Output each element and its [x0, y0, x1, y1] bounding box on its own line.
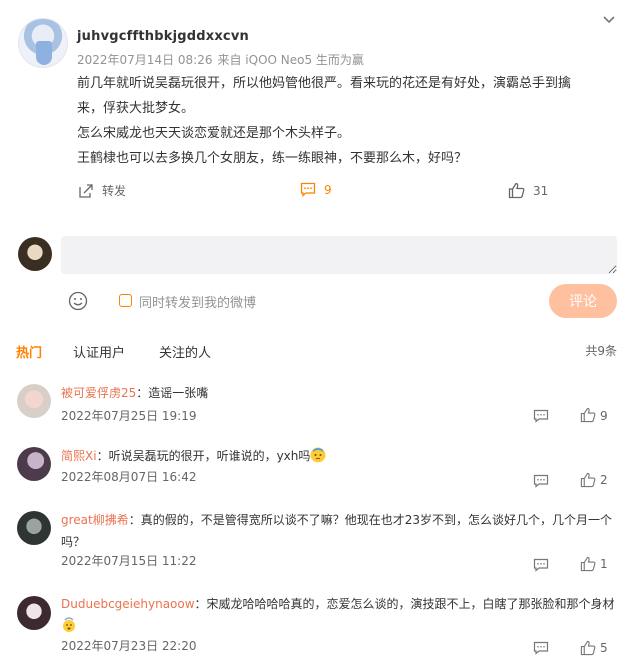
- commenter-name[interactable]: 简熙Xi: [61, 449, 97, 463]
- submit-comment-button[interactable]: 评论: [549, 284, 617, 318]
- reply-icon[interactable]: [533, 558, 549, 572]
- comment-time: 2022年07月15日 11:22: [61, 554, 197, 568]
- comment-time: 2022年08月07日 16:42: [61, 470, 197, 484]
- comment-like-count: 5: [600, 641, 608, 655]
- comment-body: ：造谣一张嘴: [136, 386, 209, 400]
- post-line: 王鹤棣也可以去多换几个女朋友，练一练眼神，不要那么木，好吗？: [77, 151, 468, 166]
- comment-button[interactable]: 9: [300, 182, 332, 197]
- comment-input[interactable]: [61, 236, 617, 274]
- dizzy-emoji-icon: [63, 617, 75, 632]
- thumbs-up-icon[interactable]: [580, 640, 596, 656]
- thumbs-up-icon[interactable]: [580, 407, 596, 423]
- comment-body: ：听说吴磊玩的很开，听谁说的，yxh吗: [96, 449, 311, 463]
- emoji-icon[interactable]: [68, 291, 88, 311]
- like-count: 31: [533, 183, 549, 198]
- comment-tabs: 热门 认证用户 关注的人 共9条: [0, 342, 634, 362]
- sync-forward-label: 同时转发到我的微博: [139, 296, 257, 311]
- commenter-avatar[interactable]: [17, 384, 51, 418]
- author-avatar[interactable]: [18, 18, 68, 68]
- reply-icon[interactable]: [533, 409, 549, 423]
- comment-text: 被可爱俘虏25：造谣一张嘴: [61, 382, 617, 404]
- commenter-avatar[interactable]: [17, 511, 51, 545]
- comment-like-count: 2: [600, 473, 608, 487]
- comment-like-count: 9: [600, 409, 608, 423]
- post-meta: 2022年07月14日 08:26 来自 iQOO Neo5 生而为赢: [77, 51, 369, 68]
- forward-button[interactable]: 转发: [78, 182, 126, 199]
- comment-body: ：宋威龙哈哈哈哈真的，恋爱怎么谈的，演技跟不上，白瞎了那张脸和那个身材: [194, 597, 615, 611]
- post-actions: 转发 9 31: [0, 180, 634, 204]
- post-line: 来，俘获大批梦女。: [77, 101, 195, 116]
- commenter-name[interactable]: great柳拂希: [61, 513, 129, 527]
- comment-body-cont: 吗？: [61, 535, 86, 549]
- sync-forward-checkbox[interactable]: [119, 294, 132, 307]
- reply-icon[interactable]: [533, 641, 549, 655]
- post-source: 来自 iQOO Neo5 生而为赢: [217, 53, 364, 67]
- thumbs-up-icon[interactable]: [580, 472, 596, 488]
- comment-total: 共9条: [585, 344, 617, 358]
- comment-count: 9: [324, 182, 332, 197]
- post-time[interactable]: 2022年07月14日 08:26: [77, 53, 212, 67]
- tab-verified[interactable]: 认证用户: [73, 342, 125, 361]
- commenter-avatar[interactable]: [17, 447, 51, 481]
- thumbs-up-icon: [508, 182, 525, 199]
- comment-text: Duduebcgeiehynaoow：宋威龙哈哈哈哈真的，恋爱怎么谈的，演技跟不…: [61, 593, 617, 637]
- comment-icon: [300, 182, 316, 197]
- comment-like-count: 1: [600, 557, 608, 571]
- reply-icon[interactable]: [533, 474, 549, 488]
- chevron-down-icon[interactable]: [602, 14, 616, 26]
- post-content: 前几年就听说吴磊玩很开，所以他妈管他很严。看来玩的花还是有好处，演霸总手到擒 来…: [77, 71, 617, 171]
- comment-body: ：真的假的，不是管得宽所以谈不了嘛？他现在也才23岁不到，怎么谈好几个，几个月一…: [128, 513, 613, 527]
- post-line: 前几年就听说吴磊玩很开，所以他妈管他很严。看来玩的花还是有好处，演霸总手到擒: [77, 76, 572, 91]
- forward-label: 转发: [102, 184, 127, 198]
- comment-text: 简熙Xi：听说吴磊玩的很开，听谁说的，yxh吗: [61, 445, 617, 467]
- author-username[interactable]: juhvgcffthbkjgddxxcvn: [77, 29, 249, 44]
- my-avatar: [18, 237, 52, 271]
- tab-hot[interactable]: 热门: [16, 342, 42, 361]
- comment-time: 2022年07月25日 19:19: [61, 409, 197, 423]
- commenter-name[interactable]: 被可爱俘虏25: [61, 386, 136, 400]
- comment-text: great柳拂希：真的假的，不是管得宽所以谈不了嘛？他现在也才23岁不到，怎么谈…: [61, 509, 617, 553]
- cold-sweat-emoji-icon: [310, 447, 326, 463]
- like-button[interactable]: 31: [508, 182, 548, 199]
- tab-following[interactable]: 关注的人: [159, 342, 211, 361]
- commenter-name[interactable]: Duduebcgeiehynaoow: [61, 597, 195, 611]
- thumbs-up-icon[interactable]: [580, 556, 596, 572]
- commenter-avatar[interactable]: [17, 596, 51, 630]
- post-line: 怎么宋威龙也天天谈恋爱就还是那个木头样子。: [77, 126, 351, 141]
- share-icon: [79, 183, 93, 198]
- comment-time: 2022年07月23日 22:20: [61, 639, 197, 653]
